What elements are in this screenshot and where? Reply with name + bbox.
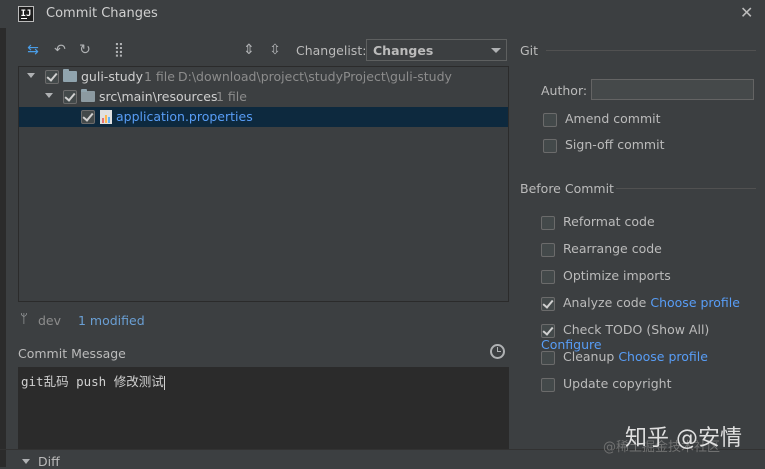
amend-commit-label: Amend commit	[565, 111, 661, 126]
optimize-imports-label: Optimize imports	[563, 268, 671, 283]
optimize-imports-checkbox[interactable]	[541, 270, 555, 284]
expand-caret-icon[interactable]	[27, 73, 35, 78]
changelist-dropdown[interactable]: Changes	[366, 39, 507, 61]
branch-icon: ᛘ	[20, 312, 28, 327]
zhihu-watermark: 知乎 @安情	[625, 426, 742, 451]
text-cursor	[163, 375, 165, 390]
file-name: application.properties	[116, 109, 253, 124]
tree-row-file[interactable]: application.properties	[19, 107, 508, 127]
sign-off-commit-label: Sign-off commit	[565, 137, 665, 152]
reformat-code-label: Reformat code	[563, 214, 655, 229]
section-divider	[616, 188, 756, 189]
collapse-all-icon[interactable]: ⇳	[267, 42, 283, 58]
folder-icon	[81, 89, 95, 102]
rearrange-code-checkbox[interactable]	[541, 243, 555, 257]
rearrange-code-label: Rearrange code	[563, 241, 662, 256]
check-icon	[82, 110, 94, 122]
cleanup-option[interactable]: Cleanup Choose profile	[541, 349, 708, 365]
author-label: Author:	[541, 83, 588, 98]
check-icon	[542, 324, 554, 336]
checkbox-file[interactable]	[81, 110, 95, 124]
analyze-code-option[interactable]: Analyze code Choose profile	[541, 295, 740, 311]
module-folder-icon	[63, 69, 77, 82]
changes-tree[interactable]: guli-study 1 file D:\download\project\st…	[18, 66, 509, 302]
tree-row-directory[interactable]: src\main\resources 1 file	[19, 87, 508, 107]
sign-off-commit-checkbox[interactable]	[543, 139, 557, 153]
before-commit-section-label: Before Commit	[520, 181, 614, 196]
check-icon	[46, 70, 58, 82]
expand-all-icon[interactable]: ⇕	[241, 42, 257, 58]
close-icon[interactable]: ✕	[740, 3, 753, 22]
properties-file-icon	[100, 110, 112, 124]
cleanup-choose-profile-link[interactable]: Choose profile	[618, 349, 708, 364]
checkbox-module[interactable]	[45, 70, 59, 84]
refresh-icon[interactable]: ↻	[77, 42, 93, 58]
sign-off-commit-option[interactable]: Sign-off commit	[543, 137, 665, 153]
chevron-down-icon	[491, 48, 501, 53]
diff-expand-icon[interactable]	[22, 459, 30, 464]
reformat-code-checkbox[interactable]	[541, 216, 555, 230]
group-by-icon[interactable]: ⣿	[111, 42, 127, 58]
refresh-diff-icon[interactable]: ⇆	[25, 42, 41, 58]
author-input[interactable]	[591, 79, 754, 100]
checkbox-directory[interactable]	[63, 90, 77, 104]
cleanup-label: Cleanup	[563, 349, 615, 364]
cleanup-checkbox[interactable]	[541, 351, 555, 365]
intellij-app-icon: IJ	[18, 6, 34, 22]
module-file-count: 1 file	[144, 69, 175, 84]
update-copyright-label: Update copyright	[563, 376, 672, 391]
section-divider	[546, 50, 756, 51]
window-title: Commit Changes	[46, 6, 158, 21]
module-name: guli-study	[81, 69, 143, 84]
amend-commit-option[interactable]: Amend commit	[543, 111, 661, 127]
check-todo-label: Check TODO (Show All)	[563, 322, 710, 337]
reformat-code-option[interactable]: Reformat code	[541, 214, 655, 230]
background-window-edge	[0, 28, 6, 467]
check-todo-option[interactable]: Check TODO (Show All) Configure	[541, 322, 765, 352]
commit-message-text: git乱码 push 修改测试	[21, 374, 164, 389]
changelist-selected-value: Changes	[373, 43, 434, 58]
directory-name: src\main\resources	[99, 89, 218, 104]
analyze-code-label: Analyze code	[563, 295, 647, 310]
expand-caret-icon[interactable]	[45, 93, 53, 98]
update-copyright-checkbox[interactable]	[541, 378, 555, 392]
optimize-imports-option[interactable]: Optimize imports	[541, 268, 671, 284]
branch-name[interactable]: dev	[38, 313, 61, 328]
history-clock-icon[interactable]	[490, 344, 505, 359]
directory-file-count: 1 file	[216, 89, 247, 104]
analyze-code-checkbox[interactable]	[541, 297, 555, 311]
check-todo-checkbox[interactable]	[541, 324, 555, 338]
check-icon	[64, 90, 76, 102]
update-copyright-option[interactable]: Update copyright	[541, 376, 672, 392]
changelist-label: Changelist:	[296, 43, 367, 58]
amend-commit-checkbox[interactable]	[543, 113, 557, 127]
check-icon	[542, 297, 554, 309]
module-path: D:\download\project\studyProject\guli-st…	[178, 69, 452, 84]
git-section-label: Git	[520, 43, 539, 58]
commit-message-label: Commit Message	[18, 346, 126, 361]
rollback-icon[interactable]: ↶	[52, 42, 68, 58]
commit-message-editor[interactable]: git乱码 push 修改测试	[18, 367, 509, 449]
tree-row-module[interactable]: guli-study 1 file D:\download\project\st…	[19, 67, 508, 87]
rearrange-code-option[interactable]: Rearrange code	[541, 241, 662, 257]
analyze-code-choose-profile-link[interactable]: Choose profile	[650, 295, 740, 310]
modified-count[interactable]: 1 modified	[78, 313, 145, 328]
